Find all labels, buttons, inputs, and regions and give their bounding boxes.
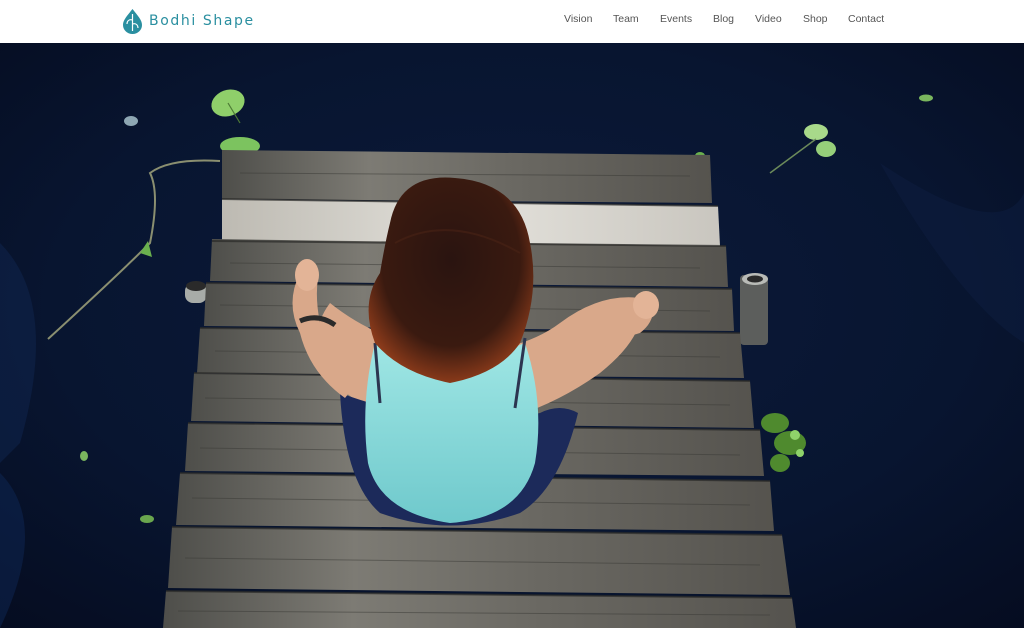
page: Bodhi Shape Vision Team Events Blog Vide… xyxy=(0,0,1024,628)
nav-item-video[interactable]: Video xyxy=(755,13,782,25)
nav-item-shop[interactable]: Shop xyxy=(803,13,828,25)
brand-logo[interactable]: Bodhi Shape xyxy=(122,8,255,34)
brand-name: Bodhi Shape xyxy=(149,13,255,29)
nav-item-contact[interactable]: Contact xyxy=(848,13,884,25)
nav-item-events[interactable]: Events xyxy=(660,13,692,25)
leaf-drop-icon xyxy=(123,9,142,34)
hero-photo xyxy=(0,43,1024,628)
nav-item-blog[interactable]: Blog xyxy=(713,13,734,25)
hero-image xyxy=(0,43,1024,628)
nav-item-vision[interactable]: Vision xyxy=(564,13,592,25)
nav-item-team[interactable]: Team xyxy=(613,13,639,25)
site-header: Bodhi Shape Vision Team Events Blog Vide… xyxy=(0,0,1024,43)
